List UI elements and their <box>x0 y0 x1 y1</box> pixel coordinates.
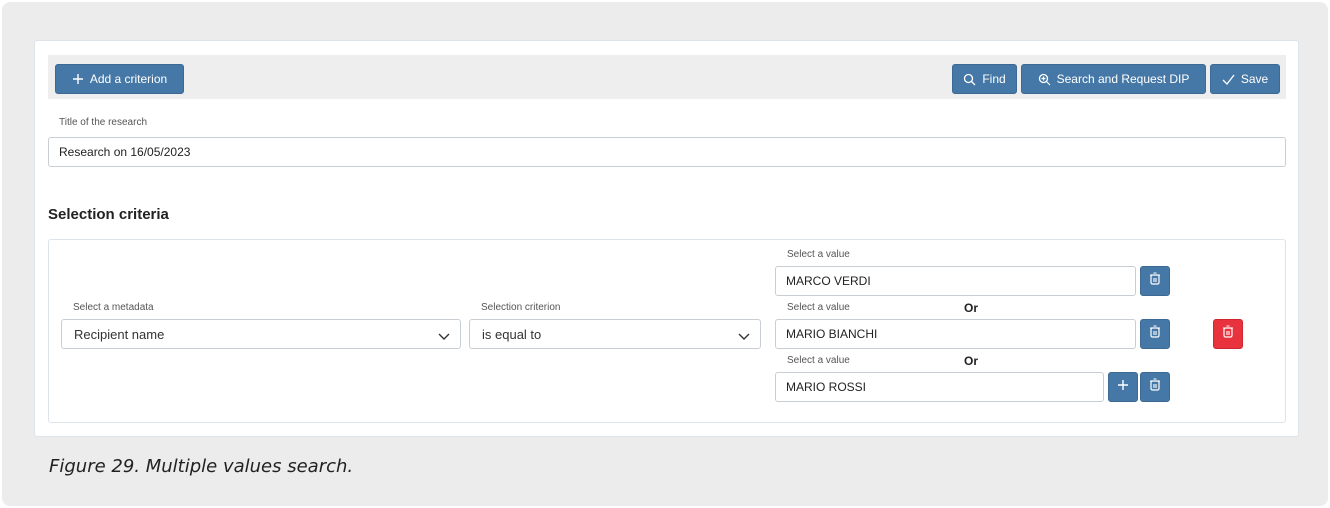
find-button[interactable]: Find <box>952 64 1017 94</box>
save-button[interactable]: Save <box>1210 64 1280 94</box>
criterion-select[interactable]: is equal to <box>469 319 761 349</box>
remove-value-button[interactable] <box>1140 372 1170 402</box>
search-and-request-dip-button[interactable]: Search and Request DIP <box>1021 64 1206 94</box>
value-input[interactable]: MARIO ROSSI <box>775 372 1104 402</box>
research-title-label: Title of the research <box>59 117 148 128</box>
value-label: Select a value <box>787 249 850 260</box>
add-criterion-label: Add a criterion <box>89 72 168 86</box>
plus-icon <box>1117 378 1129 396</box>
value-input[interactable]: MARIO BIANCHI <box>775 319 1136 349</box>
metadata-select[interactable]: Recipient name <box>61 319 461 349</box>
add-value-button[interactable] <box>1108 372 1138 402</box>
or-label: Or <box>964 354 979 368</box>
add-criterion-button[interactable]: Add a criterion <box>55 64 184 94</box>
research-title-input[interactable]: Research on 16/05/2023 <box>48 137 1286 167</box>
trash-icon <box>1222 325 1234 343</box>
remove-value-button[interactable] <box>1140 266 1170 296</box>
value-label: Select a value <box>787 355 850 366</box>
check-icon <box>1222 74 1235 85</box>
criterion-label: Selection criterion <box>481 302 561 313</box>
or-label: Or <box>964 301 979 315</box>
save-label: Save <box>1240 72 1269 86</box>
value-input[interactable]: MARCO VERDI <box>775 266 1136 296</box>
remove-criterion-button[interactable] <box>1213 319 1243 349</box>
find-label: Find <box>982 72 1006 86</box>
search-icon <box>963 73 976 86</box>
metadata-value: Recipient name <box>74 326 165 342</box>
metadata-label: Select a metadata <box>73 302 154 313</box>
chevron-down-icon <box>438 329 450 344</box>
figure-caption: Figure 29. Multiple values search. <box>49 456 354 477</box>
criterion-value: is equal to <box>482 326 542 342</box>
search-dip-label: Search and Request DIP <box>1056 72 1190 86</box>
zoom-plus-icon <box>1038 73 1051 86</box>
value-label: Select a value <box>787 302 850 313</box>
chevron-down-icon <box>738 329 750 344</box>
trash-icon <box>1149 272 1161 290</box>
remove-value-button[interactable] <box>1140 319 1170 349</box>
trash-icon <box>1149 325 1161 343</box>
section-title: Selection criteria <box>48 206 169 223</box>
plus-icon <box>72 73 84 85</box>
trash-icon <box>1149 378 1161 396</box>
